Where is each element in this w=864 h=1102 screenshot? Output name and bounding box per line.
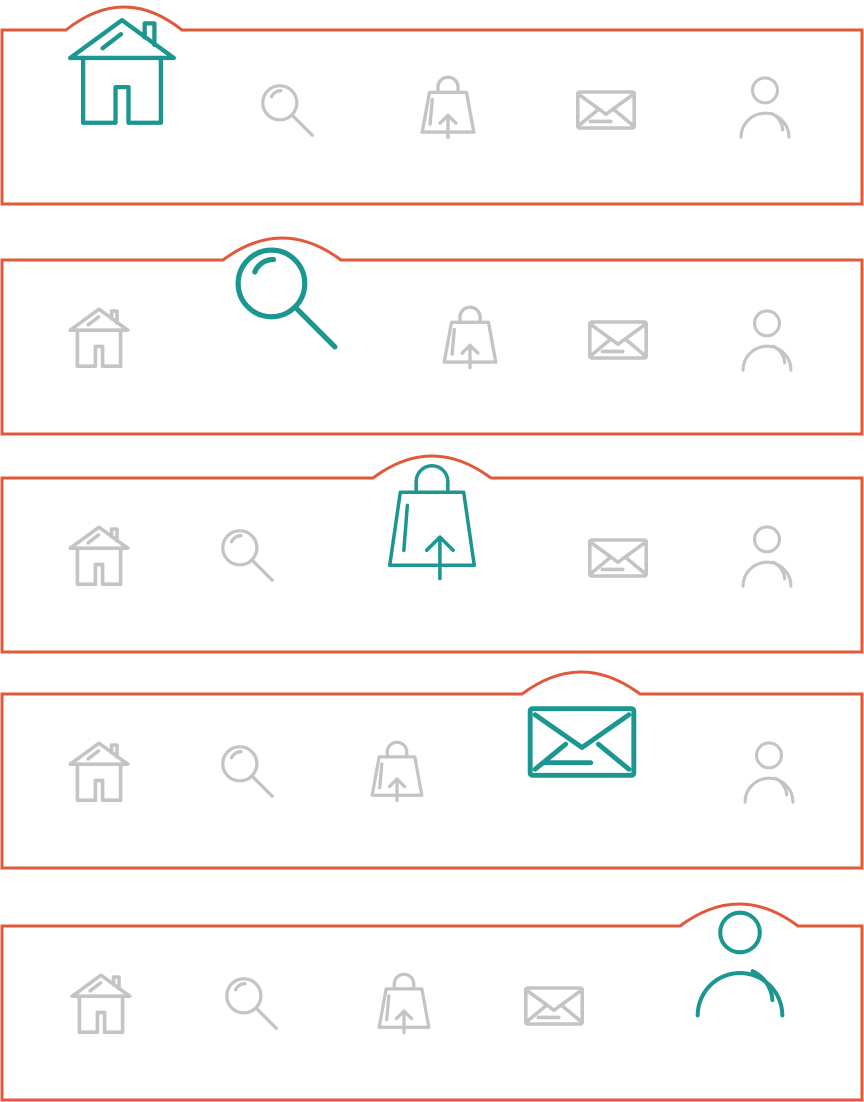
home-icon[interactable]: [68, 307, 130, 368]
user-icon[interactable]: [739, 75, 791, 139]
shopping-bag-icon[interactable]: [442, 305, 498, 371]
user-icon[interactable]: [743, 740, 795, 804]
navbar-user-active: [0, 896, 864, 1102]
mail-icon[interactable]: [524, 986, 584, 1026]
search-icon[interactable]: [219, 528, 276, 583]
mail-icon[interactable]: [588, 538, 648, 578]
shopping-bag-icon[interactable]: [377, 972, 431, 1036]
shopping-bag-icon[interactable]: [388, 458, 476, 588]
user-icon[interactable]: [741, 524, 793, 588]
mail-icon[interactable]: [588, 320, 648, 360]
navbar-search-active: [0, 230, 864, 440]
shopping-bag-icon[interactable]: [370, 740, 424, 804]
mail-icon[interactable]: [576, 90, 636, 130]
search-icon[interactable]: [219, 744, 276, 799]
search-icon[interactable]: [223, 976, 280, 1031]
user-icon[interactable]: [695, 910, 785, 1018]
navbar-bag-active: [0, 448, 864, 658]
shopping-bag-icon[interactable]: [420, 75, 476, 141]
search-icon[interactable]: [234, 246, 338, 350]
mail-icon[interactable]: [527, 706, 637, 778]
home-icon[interactable]: [64, 18, 180, 126]
search-icon[interactable]: [259, 83, 316, 138]
navbar-home-active: [0, 0, 864, 210]
user-icon[interactable]: [741, 308, 793, 372]
home-icon[interactable]: [70, 973, 132, 1034]
home-icon[interactable]: [68, 741, 130, 802]
navbar-mail-active: [0, 664, 864, 874]
home-icon[interactable]: [68, 525, 130, 586]
